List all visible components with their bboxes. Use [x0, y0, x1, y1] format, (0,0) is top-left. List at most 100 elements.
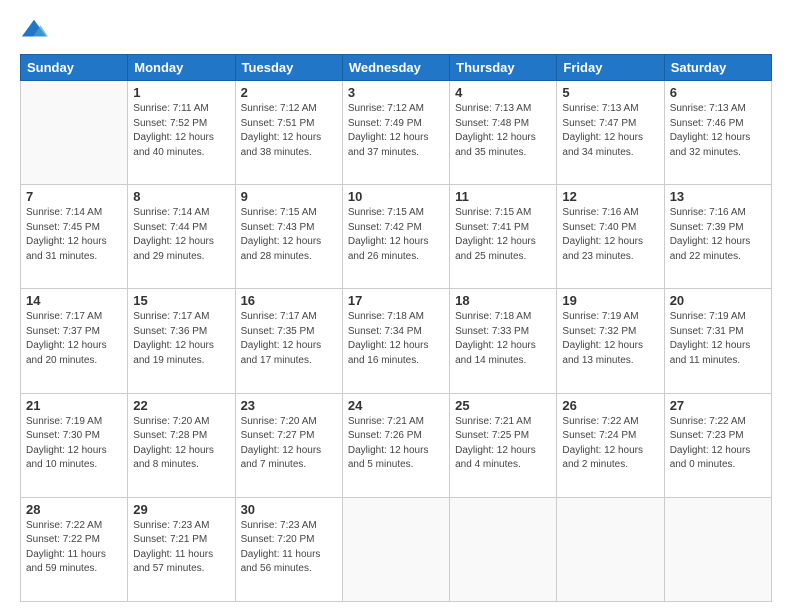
day-number: 1	[133, 85, 229, 100]
calendar-cell-4-7: 27 Sunrise: 7:22 AM Sunset: 7:23 PM Dayli…	[664, 393, 771, 497]
day-number: 17	[348, 293, 444, 308]
day-number: 28	[26, 502, 122, 517]
calendar-cell-4-5: 25 Sunrise: 7:21 AM Sunset: 7:25 PM Dayli…	[450, 393, 557, 497]
day-info: Sunrise: 7:12 AM Sunset: 7:49 PM Dayligh…	[348, 102, 444, 160]
calendar-cell-1-4: 3 Sunrise: 7:12 AM Sunset: 7:49 PM Daylig…	[342, 81, 449, 185]
calendar-cell-5-4	[342, 497, 449, 601]
day-info: Sunrise: 7:17 AM Sunset: 7:37 PM Dayligh…	[26, 310, 122, 368]
day-info: Sunrise: 7:14 AM Sunset: 7:44 PM Dayligh…	[133, 206, 229, 264]
calendar-cell-5-6	[557, 497, 664, 601]
day-number: 29	[133, 502, 229, 517]
calendar-cell-4-6: 26 Sunrise: 7:22 AM Sunset: 7:24 PM Dayli…	[557, 393, 664, 497]
calendar-cell-1-6: 5 Sunrise: 7:13 AM Sunset: 7:47 PM Daylig…	[557, 81, 664, 185]
day-number: 19	[562, 293, 658, 308]
day-number: 23	[241, 398, 337, 413]
day-number: 30	[241, 502, 337, 517]
calendar-cell-2-5: 11 Sunrise: 7:15 AM Sunset: 7:41 PM Dayli…	[450, 185, 557, 289]
calendar-cell-1-2: 1Sunrise: 7:11 AM Sunset: 7:52 PM Daylig…	[128, 81, 235, 185]
day-info: Sunrise: 7:23 AM Sunset: 7:21 PM Dayligh…	[133, 519, 229, 577]
day-number: 7	[26, 189, 122, 204]
calendar-cell-3-5: 18Sunrise: 7:18 AM Sunset: 7:33 PM Dayli…	[450, 289, 557, 393]
day-info: Sunrise: 7:20 AM Sunset: 7:27 PM Dayligh…	[241, 415, 337, 473]
day-number: 21	[26, 398, 122, 413]
day-info: Sunrise: 7:17 AM Sunset: 7:35 PM Dayligh…	[241, 310, 337, 368]
day-number: 15	[133, 293, 229, 308]
day-number: 8	[133, 189, 229, 204]
day-info: Sunrise: 7:16 AM Sunset: 7:39 PM Dayligh…	[670, 206, 766, 264]
calendar-cell-3-4: 17 Sunrise: 7:18 AM Sunset: 7:34 PM Dayli…	[342, 289, 449, 393]
calendar-cell-5-2: 29 Sunrise: 7:23 AM Sunset: 7:21 PM Dayli…	[128, 497, 235, 601]
col-header-sunday: Sunday	[21, 55, 128, 81]
day-number: 12	[562, 189, 658, 204]
calendar-cell-2-7: 13 Sunrise: 7:16 AM Sunset: 7:39 PM Dayli…	[664, 185, 771, 289]
day-info: Sunrise: 7:21 AM Sunset: 7:25 PM Dayligh…	[455, 415, 551, 473]
day-number: 22	[133, 398, 229, 413]
calendar-cell-4-1: 21 Sunrise: 7:19 AM Sunset: 7:30 PM Dayli…	[21, 393, 128, 497]
calendar-cell-2-1: 7Sunrise: 7:14 AM Sunset: 7:45 PM Daylig…	[21, 185, 128, 289]
logo	[20, 16, 52, 44]
day-info: Sunrise: 7:19 AM Sunset: 7:32 PM Dayligh…	[562, 310, 658, 368]
day-number: 4	[455, 85, 551, 100]
day-info: Sunrise: 7:18 AM Sunset: 7:34 PM Dayligh…	[348, 310, 444, 368]
day-number: 3	[348, 85, 444, 100]
calendar-cell-3-6: 19 Sunrise: 7:19 AM Sunset: 7:32 PM Dayli…	[557, 289, 664, 393]
week-row-1: 1Sunrise: 7:11 AM Sunset: 7:52 PM Daylig…	[21, 81, 772, 185]
day-number: 27	[670, 398, 766, 413]
day-info: Sunrise: 7:22 AM Sunset: 7:24 PM Dayligh…	[562, 415, 658, 473]
day-number: 20	[670, 293, 766, 308]
day-number: 13	[670, 189, 766, 204]
day-number: 26	[562, 398, 658, 413]
calendar-cell-2-4: 10Sunrise: 7:15 AM Sunset: 7:42 PM Dayli…	[342, 185, 449, 289]
day-number: 25	[455, 398, 551, 413]
calendar-cell-2-6: 12 Sunrise: 7:16 AM Sunset: 7:40 PM Dayli…	[557, 185, 664, 289]
calendar-cell-3-1: 14 Sunrise: 7:17 AM Sunset: 7:37 PM Dayli…	[21, 289, 128, 393]
day-info: Sunrise: 7:13 AM Sunset: 7:48 PM Dayligh…	[455, 102, 551, 160]
week-row-2: 7Sunrise: 7:14 AM Sunset: 7:45 PM Daylig…	[21, 185, 772, 289]
day-number: 6	[670, 85, 766, 100]
calendar-header-row: SundayMondayTuesdayWednesdayThursdayFrid…	[21, 55, 772, 81]
col-header-friday: Friday	[557, 55, 664, 81]
calendar-table: SundayMondayTuesdayWednesdayThursdayFrid…	[20, 54, 772, 602]
col-header-thursday: Thursday	[450, 55, 557, 81]
col-header-tuesday: Tuesday	[235, 55, 342, 81]
calendar-cell-2-3: 9Sunrise: 7:15 AM Sunset: 7:43 PM Daylig…	[235, 185, 342, 289]
day-info: Sunrise: 7:12 AM Sunset: 7:51 PM Dayligh…	[241, 102, 337, 160]
day-info: Sunrise: 7:15 AM Sunset: 7:42 PM Dayligh…	[348, 206, 444, 264]
calendar-cell-5-5	[450, 497, 557, 601]
calendar-cell-3-2: 15 Sunrise: 7:17 AM Sunset: 7:36 PM Dayli…	[128, 289, 235, 393]
day-info: Sunrise: 7:16 AM Sunset: 7:40 PM Dayligh…	[562, 206, 658, 264]
page: SundayMondayTuesdayWednesdayThursdayFrid…	[0, 0, 792, 612]
calendar-cell-5-3: 30 Sunrise: 7:23 AM Sunset: 7:20 PM Dayli…	[235, 497, 342, 601]
day-info: Sunrise: 7:15 AM Sunset: 7:43 PM Dayligh…	[241, 206, 337, 264]
calendar-cell-1-5: 4 Sunrise: 7:13 AM Sunset: 7:48 PM Daylig…	[450, 81, 557, 185]
day-info: Sunrise: 7:20 AM Sunset: 7:28 PM Dayligh…	[133, 415, 229, 473]
day-info: Sunrise: 7:22 AM Sunset: 7:22 PM Dayligh…	[26, 519, 122, 577]
week-row-5: 28 Sunrise: 7:22 AM Sunset: 7:22 PM Dayli…	[21, 497, 772, 601]
col-header-monday: Monday	[128, 55, 235, 81]
day-info: Sunrise: 7:15 AM Sunset: 7:41 PM Dayligh…	[455, 206, 551, 264]
day-info: Sunrise: 7:19 AM Sunset: 7:30 PM Dayligh…	[26, 415, 122, 473]
calendar-cell-2-2: 8 Sunrise: 7:14 AM Sunset: 7:44 PM Daylig…	[128, 185, 235, 289]
calendar-cell-4-2: 22 Sunrise: 7:20 AM Sunset: 7:28 PM Dayli…	[128, 393, 235, 497]
day-number: 24	[348, 398, 444, 413]
day-number: 5	[562, 85, 658, 100]
day-info: Sunrise: 7:23 AM Sunset: 7:20 PM Dayligh…	[241, 519, 337, 577]
col-header-saturday: Saturday	[664, 55, 771, 81]
week-row-4: 21 Sunrise: 7:19 AM Sunset: 7:30 PM Dayli…	[21, 393, 772, 497]
day-number: 11	[455, 189, 551, 204]
calendar-cell-4-3: 23 Sunrise: 7:20 AM Sunset: 7:27 PM Dayli…	[235, 393, 342, 497]
day-info: Sunrise: 7:19 AM Sunset: 7:31 PM Dayligh…	[670, 310, 766, 368]
day-number: 16	[241, 293, 337, 308]
day-info: Sunrise: 7:13 AM Sunset: 7:47 PM Dayligh…	[562, 102, 658, 160]
day-info: Sunrise: 7:22 AM Sunset: 7:23 PM Dayligh…	[670, 415, 766, 473]
calendar-cell-5-7	[664, 497, 771, 601]
calendar-cell-5-1: 28 Sunrise: 7:22 AM Sunset: 7:22 PM Dayli…	[21, 497, 128, 601]
logo-icon	[20, 16, 48, 44]
day-number: 2	[241, 85, 337, 100]
day-number: 14	[26, 293, 122, 308]
header	[20, 16, 772, 44]
calendar-cell-4-4: 24Sunrise: 7:21 AM Sunset: 7:26 PM Dayli…	[342, 393, 449, 497]
calendar-cell-3-7: 20 Sunrise: 7:19 AM Sunset: 7:31 PM Dayli…	[664, 289, 771, 393]
day-info: Sunrise: 7:18 AM Sunset: 7:33 PM Dayligh…	[455, 310, 551, 368]
day-info: Sunrise: 7:17 AM Sunset: 7:36 PM Dayligh…	[133, 310, 229, 368]
